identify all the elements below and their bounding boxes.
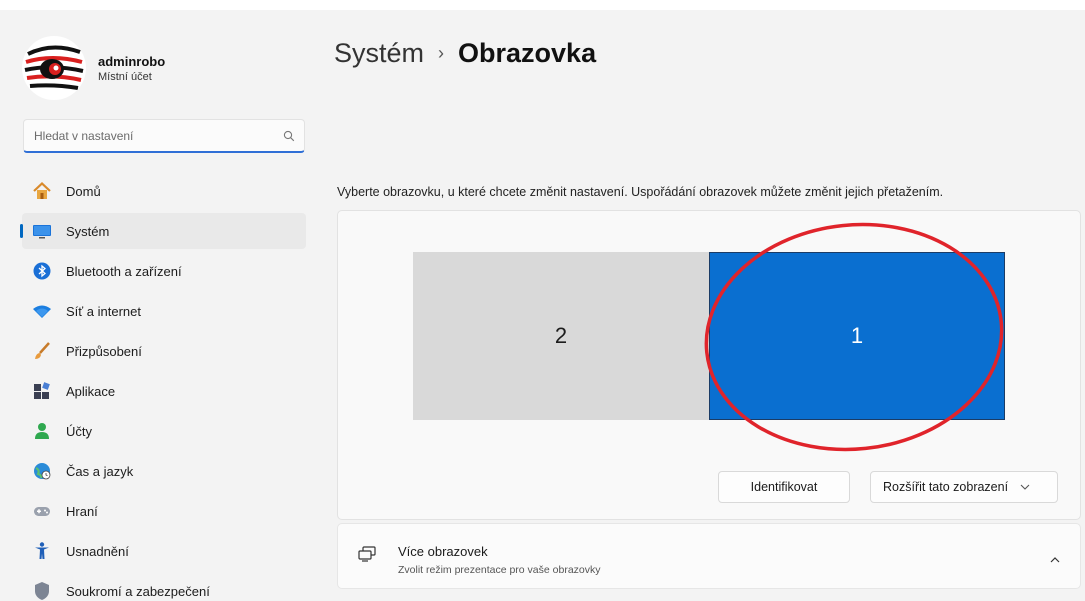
bluetooth-icon [32, 261, 52, 281]
breadcrumb: Systém › Obrazovka [334, 38, 596, 69]
multiple-displays-subtitle: Zvolit režim prezentace pro vaše obrazov… [398, 564, 601, 576]
system-icon [32, 221, 52, 241]
nav-item-label: Aplikace [66, 383, 116, 399]
account-icon [32, 421, 52, 441]
nav-item-label: Systém [66, 223, 110, 239]
nav-item-label: Účty [66, 423, 92, 439]
search-box[interactable] [23, 119, 305, 153]
accessibility-icon [32, 541, 52, 561]
nav-item-label: Bluetooth a zařízení [66, 263, 182, 279]
display-instruction: Vyberte obrazovku, u které chcete změnit… [337, 185, 944, 199]
sidebar: adminrobo Místní účet Domů Sy [0, 10, 320, 601]
monitor-number: 1 [850, 323, 864, 348]
display-mode-value: Rozšířit tato zobrazení [883, 480, 1009, 494]
multiple-displays-icon [358, 546, 376, 567]
nav-item-accessibility[interactable]: Usnadnění [22, 533, 306, 569]
breadcrumb-separator: › [438, 43, 445, 63]
avatar [22, 36, 86, 100]
nav-item-home[interactable]: Domů [22, 173, 306, 209]
nav-item-accounts[interactable]: Účty [22, 413, 306, 449]
nav-item-label: Hraní [66, 503, 98, 519]
nav-item-time-language[interactable]: Čas a jazyk [22, 453, 306, 489]
nav-item-system[interactable]: Systém [20, 213, 306, 249]
nav-item-bluetooth[interactable]: Bluetooth a zařízení [22, 253, 306, 289]
title-bar [0, 0, 1085, 10]
nav-item-privacy[interactable]: Soukromí a zabezpečení [22, 573, 306, 601]
shield-icon [32, 581, 52, 601]
search-icon[interactable] [274, 130, 304, 142]
nav-item-label: Čas a jazyk [66, 463, 134, 479]
monitor-2[interactable]: 2 [413, 252, 709, 420]
display-mode-dropdown[interactable]: Rozšířit tato zobrazení [870, 471, 1058, 503]
nav-item-network[interactable]: Síť a internet [22, 293, 306, 329]
page-title: Obrazovka [458, 38, 597, 68]
chevron-down-icon [1020, 484, 1030, 490]
display-arrangement-panel: 2 1 Identifikovat Rozšířit tato zobrazen… [337, 210, 1081, 520]
gamepad-icon [32, 501, 52, 521]
search-input[interactable] [34, 128, 274, 143]
account-type: Místní účet [98, 70, 152, 83]
home-icon [32, 181, 52, 201]
wifi-icon [32, 301, 52, 321]
nav-item-personalization[interactable]: Přizpůsobení [22, 333, 306, 369]
nav-item-gaming[interactable]: Hraní [22, 493, 306, 529]
active-indicator [20, 224, 23, 238]
nav-item-label: Přizpůsobení [66, 343, 142, 359]
nav-item-label: Domů [66, 183, 101, 199]
nav-item-apps[interactable]: Aplikace [22, 373, 306, 409]
multiple-displays-section[interactable]: Více obrazovek Zvolit režim prezentace p… [337, 523, 1081, 589]
user-profile[interactable]: adminrobo Místní účet [22, 36, 165, 100]
monitor-1[interactable]: 1 [709, 252, 1005, 420]
chevron-up-icon[interactable] [1050, 550, 1060, 568]
nav-item-label: Usnadnění [66, 543, 129, 559]
main-content: Systém › Obrazovka Vyberte obrazovku, u … [320, 10, 1085, 601]
breadcrumb-parent[interactable]: Systém [334, 38, 424, 69]
apps-icon [32, 381, 52, 401]
nav-item-label: Síť a internet [66, 303, 141, 319]
nav-item-label: Soukromí a zabezpečení [66, 583, 210, 599]
monitor-number: 2 [554, 323, 568, 348]
nav-list: Domů Systém Bluetooth a zařízení Síť a i… [20, 173, 306, 601]
settings-window: adminrobo Místní účet Domů Sy [0, 0, 1085, 601]
brush-icon [32, 341, 52, 361]
globe-clock-icon [32, 461, 52, 481]
multiple-displays-title: Více obrazovek [398, 544, 488, 559]
user-name: adminrobo [98, 53, 166, 69]
profile-text: adminrobo Místní účet [98, 54, 165, 83]
identify-button[interactable]: Identifikovat [718, 471, 850, 503]
